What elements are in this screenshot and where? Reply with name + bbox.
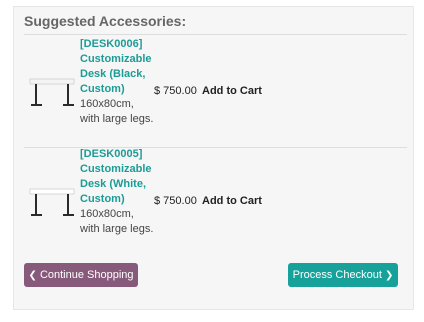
divider <box>24 34 407 35</box>
continue-shopping-label: Continue Shopping <box>39 269 134 281</box>
desk-image[interactable] <box>28 75 76 109</box>
product-link[interactable]: [DESK0006] Customizable Desk (Black, Cus… <box>80 37 156 97</box>
product-row: [DESK0006] Customizable Desk (Black, Cus… <box>24 37 407 147</box>
continue-shopping-button[interactable]: ❮ Continue Shopping <box>24 263 138 287</box>
chevron-left-icon: ❮ <box>28 270 37 281</box>
product-description: 160x80cm, with large legs. <box>80 98 154 125</box>
product-description: 160x80cm, with large legs. <box>80 208 154 235</box>
section-title: Suggested Accessories: <box>24 13 187 29</box>
product-name: Customizable Desk (Black, Custom) <box>80 53 152 95</box>
product-info: [DESK0006] Customizable Desk (Black, Cus… <box>80 37 156 127</box>
product-link[interactable]: [DESK0005] Customizable Desk (White, Cus… <box>80 147 156 207</box>
process-checkout-button[interactable]: Process Checkout ❯ <box>288 263 398 287</box>
desk-image[interactable] <box>28 185 76 219</box>
product-row: [DESK0005] Customizable Desk (White, Cus… <box>24 147 407 257</box>
product-price: $ 750.00 <box>154 85 197 97</box>
add-to-cart-link[interactable]: Add to Cart <box>202 195 262 207</box>
product-code: [DESK0006] <box>80 38 143 50</box>
product-price: $ 750.00 <box>154 195 197 207</box>
process-checkout-label: Process Checkout <box>292 269 382 281</box>
product-info: [DESK0005] Customizable Desk (White, Cus… <box>80 147 156 237</box>
product-code: [DESK0005] <box>80 148 143 160</box>
add-to-cart-link[interactable]: Add to Cart <box>202 85 262 97</box>
suggested-accessories-panel: Suggested Accessories: [DESK0006] Custom… <box>13 6 414 310</box>
product-name: Customizable Desk (White, Custom) <box>80 163 152 205</box>
chevron-right-icon: ❯ <box>384 270 394 281</box>
